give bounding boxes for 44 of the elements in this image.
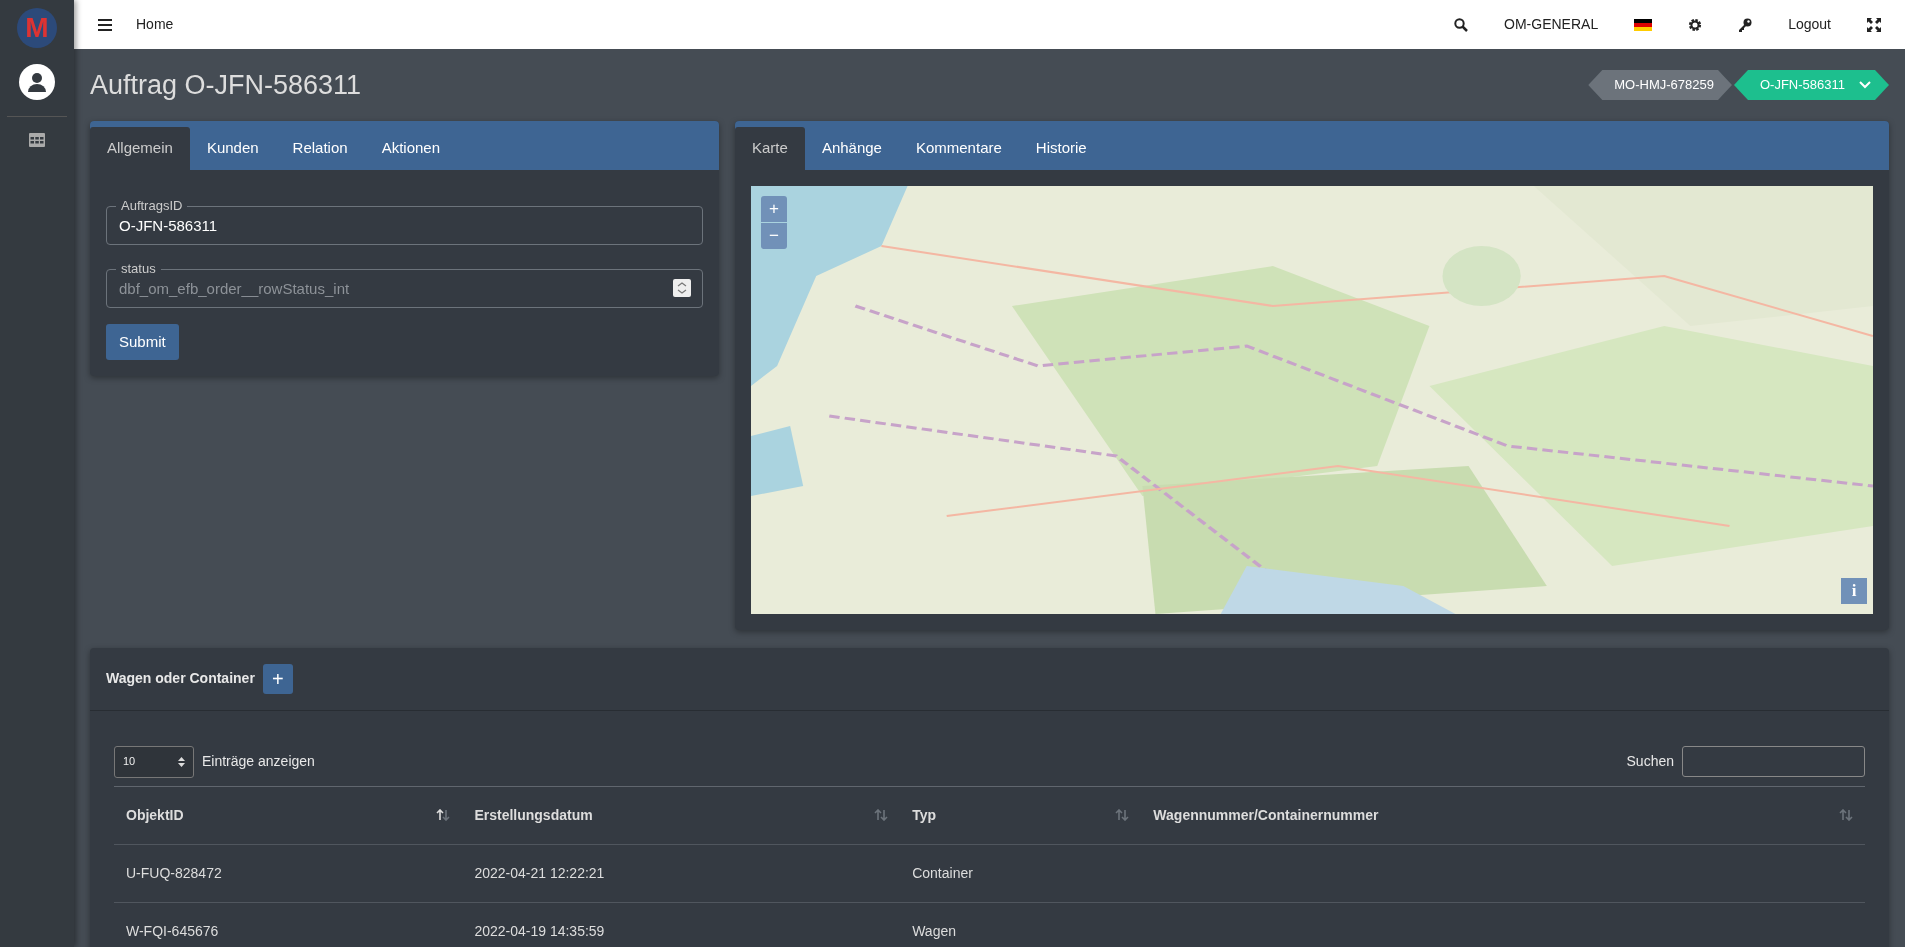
settings-icon[interactable] — [1688, 17, 1703, 32]
avatar-icon[interactable] — [19, 64, 55, 100]
page-size-select[interactable]: 10 — [114, 745, 194, 778]
tab[interactable]: Allgemein — [90, 127, 190, 170]
zoom-out-button[interactable]: − — [761, 222, 787, 249]
table-cell: Container — [900, 844, 1142, 903]
sort-caret-icon — [178, 756, 185, 767]
table-cell: W-FQI-645676 — [114, 902, 463, 947]
table-cell: U-FUQ-828472 — [114, 844, 463, 903]
table-cell: 2022-04-19 14:35:59 — [462, 902, 901, 947]
key-icon[interactable] — [1738, 17, 1753, 32]
breadcrumb-item[interactable]: MO-HMJ-678259 — [1588, 70, 1732, 100]
add-button[interactable]: + — [262, 663, 293, 694]
tab[interactable]: Relation — [275, 127, 365, 170]
search-label: Suchen — [1626, 752, 1674, 771]
zoom-in-button[interactable]: + — [761, 195, 787, 222]
section-title: Wagen oder Container — [106, 669, 255, 688]
info-button[interactable]: i — [1841, 577, 1867, 604]
submit-button[interactable]: Submit — [106, 323, 179, 360]
page-size-label: Einträge anzeigen — [202, 752, 315, 771]
workspace-link[interactable]: OM-GENERAL — [1504, 14, 1599, 35]
tab[interactable]: Anhänge — [804, 127, 899, 170]
table-cell: Wagen — [900, 902, 1142, 947]
search-icon[interactable] — [1454, 17, 1469, 32]
table-icon[interactable] — [29, 133, 45, 147]
table-cell: 2022-04-21 12:22:21 — [462, 844, 901, 903]
menu-icon[interactable] — [98, 18, 112, 31]
page-title: Auftrag O-JFN-586311 — [90, 68, 362, 102]
search-field[interactable] — [1682, 746, 1865, 777]
tab[interactable]: Aktionen — [364, 127, 457, 170]
tab[interactable]: Kommentare — [898, 127, 1019, 170]
column-header[interactable]: Typ — [900, 786, 1142, 845]
fullscreen-icon[interactable] — [1867, 17, 1881, 32]
logout-link[interactable]: Logout — [1788, 14, 1831, 35]
home-link[interactable]: Home — [136, 14, 174, 35]
tab[interactable]: Kunden — [189, 127, 276, 170]
column-header[interactable]: Erstellungsdatum — [462, 786, 901, 845]
flag-icon[interactable] — [1634, 18, 1653, 31]
sort-icon[interactable] — [436, 809, 451, 821]
column-header[interactable]: Wagennummer/Containernummer — [1141, 786, 1865, 845]
spinner-icon[interactable] — [673, 278, 691, 297]
tab[interactable]: Karte — [735, 127, 805, 170]
tab[interactable]: Historie — [1018, 127, 1104, 170]
column-header[interactable]: ObjektID — [114, 786, 463, 845]
